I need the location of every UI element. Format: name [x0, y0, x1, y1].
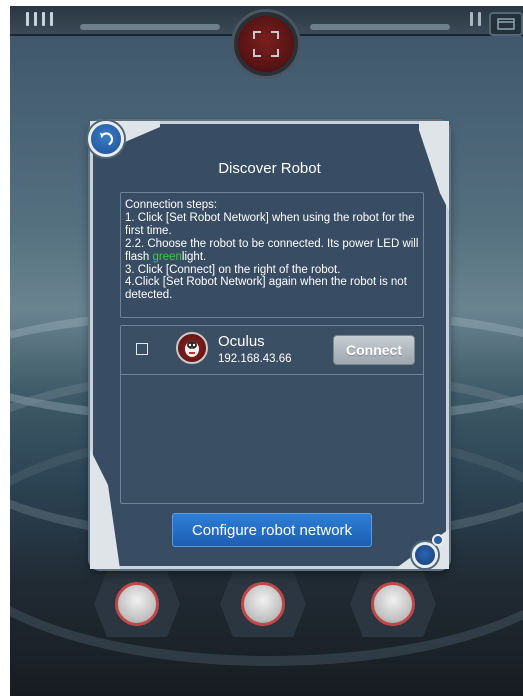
discover-robot-dialog: Discover Robot Connection steps: 1. Clic… — [88, 121, 449, 569]
robot-figure — [241, 582, 285, 626]
step-1: 1. Click [Set Robot Network] when using … — [125, 211, 415, 237]
corner-knob-small — [432, 534, 444, 546]
configure-robot-network-button[interactable]: Configure robot network — [172, 513, 372, 547]
back-arrow-icon — [100, 132, 114, 146]
robot-list: Oculus 192.168.43.66 Connect — [120, 325, 424, 504]
connection-steps: Connection steps: 1. Click [Set Robot Ne… — [120, 192, 424, 318]
vent-grill-left — [26, 12, 53, 26]
scan-button[interactable] — [234, 12, 298, 76]
steps-heading: Connection steps: — [125, 199, 218, 211]
green-highlight: green — [152, 250, 182, 263]
robot-slot[interactable] — [220, 571, 306, 637]
robot-name: Oculus — [218, 333, 265, 350]
robot-figure — [115, 582, 159, 626]
back-button[interactable] — [88, 121, 124, 157]
connect-button[interactable]: Connect — [333, 335, 415, 365]
top-rail-left — [80, 24, 220, 30]
robot-checkbox[interactable] — [136, 343, 148, 355]
corner-knob — [412, 542, 438, 568]
robot-slot[interactable] — [350, 571, 436, 637]
window-button[interactable] — [489, 12, 523, 36]
window-icon — [497, 18, 515, 30]
robot-avatar — [176, 332, 208, 364]
top-rail-right — [310, 24, 450, 30]
dialog-title: Discover Robot — [218, 160, 321, 177]
frame-corner — [90, 449, 120, 569]
robot-row[interactable]: Oculus 192.168.43.66 Connect — [121, 326, 423, 375]
scan-frame-icon — [253, 31, 279, 57]
vent-grill-right — [470, 12, 481, 26]
step-3: 3. Click [Connect] on the right of the r… — [125, 263, 341, 276]
step-4: 4.Click [Set Robot Network] again when t… — [125, 276, 407, 302]
robot-ip-address: 192.168.43.66 — [218, 353, 292, 365]
robot-figure — [371, 582, 415, 626]
step-2: 2.2. Choose the robot to be connected. I… — [125, 237, 419, 263]
robot-slot[interactable] — [94, 571, 180, 637]
penguin-robot-icon — [185, 341, 199, 357]
